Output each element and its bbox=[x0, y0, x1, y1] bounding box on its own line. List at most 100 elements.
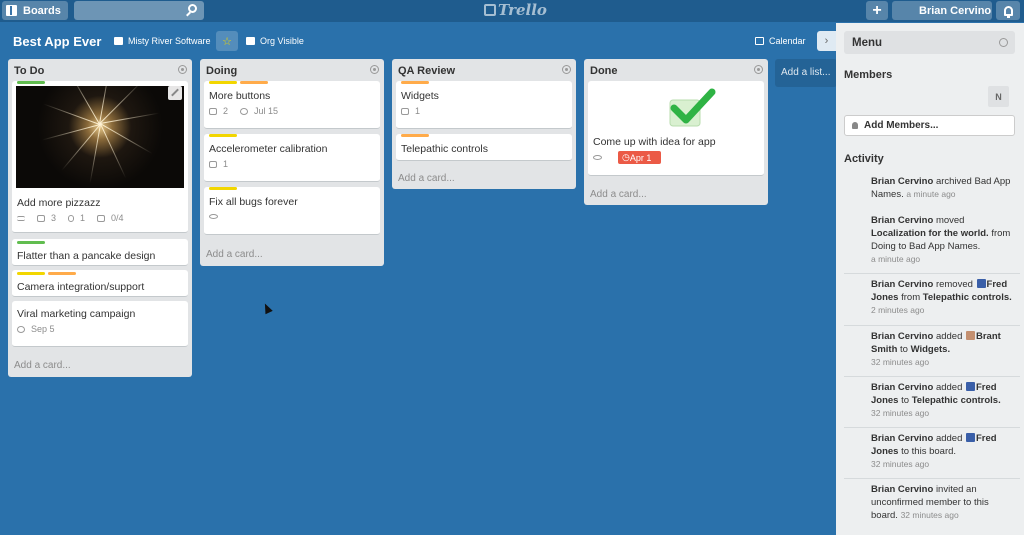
watching-badge bbox=[209, 214, 224, 219]
activity-item: Brian Cervino archived Bad App Names. a … bbox=[844, 171, 1020, 215]
list-title[interactable]: Done bbox=[590, 65, 618, 77]
activity-item: Brian Cervino invited an unconfirmed mem… bbox=[844, 478, 1020, 535]
list-menu-icon[interactable] bbox=[562, 65, 571, 74]
star-icon: ☆ bbox=[222, 35, 232, 48]
list-menu-icon[interactable] bbox=[754, 65, 763, 74]
avatar[interactable] bbox=[852, 177, 865, 190]
edit-pencil-icon[interactable] bbox=[168, 86, 182, 100]
comments-badge: 1 bbox=[209, 159, 234, 169]
calendar-label: Calendar bbox=[769, 36, 806, 46]
avatar[interactable] bbox=[852, 216, 865, 229]
due-date-badge: Sep 5 bbox=[17, 324, 61, 334]
card-come-up-with-idea[interactable]: Come up with idea for app ◷ Apr 1 bbox=[588, 81, 764, 176]
card-title: Add more pizzazz bbox=[17, 197, 101, 209]
avatar[interactable] bbox=[852, 332, 865, 345]
member-avatar[interactable] bbox=[166, 322, 187, 343]
list-title[interactable]: To Do bbox=[14, 65, 44, 77]
add-button[interactable]: + bbox=[866, 1, 888, 20]
mouse-cursor bbox=[261, 301, 273, 315]
member-avatar[interactable] bbox=[844, 86, 865, 107]
notifications-button[interactable] bbox=[996, 1, 1020, 20]
member-avatar[interactable] bbox=[166, 209, 187, 230]
member-avatar[interactable] bbox=[358, 105, 379, 126]
card-cover-image bbox=[16, 86, 184, 188]
label-orange bbox=[48, 272, 76, 275]
list-menu-icon[interactable] bbox=[370, 65, 379, 74]
card-flatter-design[interactable]: Flatter than a pancake design bbox=[12, 239, 188, 266]
list-qa-review: QA Review Widgets 1 Telepathic controls … bbox=[392, 59, 576, 189]
member-avatar[interactable] bbox=[738, 151, 759, 172]
board-title[interactable]: Best App Ever bbox=[13, 34, 101, 49]
label-orange bbox=[401, 81, 429, 84]
trello-logo[interactable]: Trello bbox=[484, 1, 547, 19]
boards-icon bbox=[6, 5, 17, 16]
user-menu-button[interactable]: Brian Cervino bbox=[892, 1, 992, 20]
avatar[interactable] bbox=[852, 434, 865, 447]
member-avatar[interactable] bbox=[550, 105, 571, 126]
label-orange bbox=[240, 81, 268, 84]
member-initial-avatar[interactable]: N bbox=[988, 86, 1009, 107]
comments-badge: 1 bbox=[401, 106, 426, 116]
label-yellow bbox=[209, 187, 237, 190]
activity-heading: Activity bbox=[844, 153, 884, 165]
add-card-button[interactable]: Add a card... bbox=[14, 360, 71, 371]
card-labels bbox=[209, 81, 271, 84]
list-header: Done bbox=[584, 59, 768, 81]
member-avatar[interactable] bbox=[334, 105, 355, 126]
search-icon[interactable] bbox=[188, 4, 197, 13]
label-green bbox=[17, 81, 45, 84]
user-name: Brian Cervino bbox=[919, 4, 992, 17]
member-avatar[interactable] bbox=[916, 86, 937, 107]
member-avatar[interactable] bbox=[358, 211, 379, 232]
list-header: To Do bbox=[8, 59, 192, 81]
org-link[interactable]: Misty River Software bbox=[114, 36, 211, 46]
card-badges: ◷ Apr 1 bbox=[593, 151, 667, 164]
list-header: Doing bbox=[200, 59, 384, 81]
card-fix-all-bugs[interactable]: Fix all bugs forever bbox=[204, 187, 380, 235]
label-orange bbox=[401, 134, 429, 137]
card-title: More buttons bbox=[209, 90, 271, 102]
card-telepathic-controls[interactable]: Telepathic controls bbox=[396, 134, 572, 161]
add-card-button[interactable]: Add a card... bbox=[206, 249, 263, 260]
member-avatar[interactable] bbox=[142, 209, 163, 230]
panel-toggle-button[interactable]: › bbox=[817, 31, 836, 51]
list-menu-icon[interactable] bbox=[178, 65, 187, 74]
activity-item: Brian Cervino added Fred Jones to Telepa… bbox=[844, 376, 1020, 427]
visibility-button[interactable]: Org Visible bbox=[246, 36, 304, 46]
add-members-button[interactable]: Add Members... bbox=[844, 115, 1015, 136]
member-avatar[interactable] bbox=[940, 86, 961, 107]
add-list-button[interactable]: Add a list... bbox=[775, 59, 837, 87]
member-avatar[interactable] bbox=[868, 86, 889, 107]
add-card-button[interactable]: Add a card... bbox=[590, 189, 647, 200]
avatar[interactable] bbox=[852, 280, 865, 293]
menu-title: Menu bbox=[852, 37, 883, 49]
calendar-button[interactable]: Calendar bbox=[755, 36, 806, 46]
avatar[interactable] bbox=[852, 383, 865, 396]
member-avatar[interactable] bbox=[358, 158, 379, 179]
card-camera-integration[interactable]: Camera integration/support bbox=[12, 270, 188, 297]
star-button[interactable]: ☆ bbox=[216, 31, 238, 51]
activity-item: Brian Cervino moved Localization for the… bbox=[844, 210, 1020, 274]
boards-button[interactable]: Boards bbox=[2, 1, 68, 20]
list-title[interactable]: Doing bbox=[206, 65, 237, 77]
member-avatar[interactable] bbox=[892, 86, 913, 107]
card-labels bbox=[209, 187, 240, 190]
add-card-button[interactable]: Add a card... bbox=[398, 173, 455, 184]
card-add-more-pizzazz[interactable]: Add more pizzazz 3 1 0/4 bbox=[12, 81, 188, 233]
avatar[interactable] bbox=[852, 485, 865, 498]
card-viral-marketing[interactable]: Viral marketing campaign Sep 5 bbox=[12, 301, 188, 347]
close-icon[interactable] bbox=[999, 38, 1008, 47]
list-title[interactable]: QA Review bbox=[398, 65, 455, 77]
activity-item: Brian Cervino added Brant Smith to Widge… bbox=[844, 325, 1020, 376]
member-avatar[interactable] bbox=[964, 86, 985, 107]
paperclip-icon bbox=[68, 214, 75, 222]
search-input[interactable] bbox=[74, 1, 204, 20]
org-name: Misty River Software bbox=[128, 36, 211, 46]
checkmark-cover-icon bbox=[669, 88, 716, 127]
card-labels bbox=[17, 272, 79, 275]
card-accelerometer[interactable]: Accelerometer calibration 1 bbox=[204, 134, 380, 182]
card-title: Viral marketing campaign bbox=[17, 308, 136, 320]
card-more-buttons[interactable]: More buttons 2 Jul 15 bbox=[204, 81, 380, 129]
card-title: Accelerometer calibration bbox=[209, 143, 328, 155]
card-widgets[interactable]: Widgets 1 bbox=[396, 81, 572, 129]
